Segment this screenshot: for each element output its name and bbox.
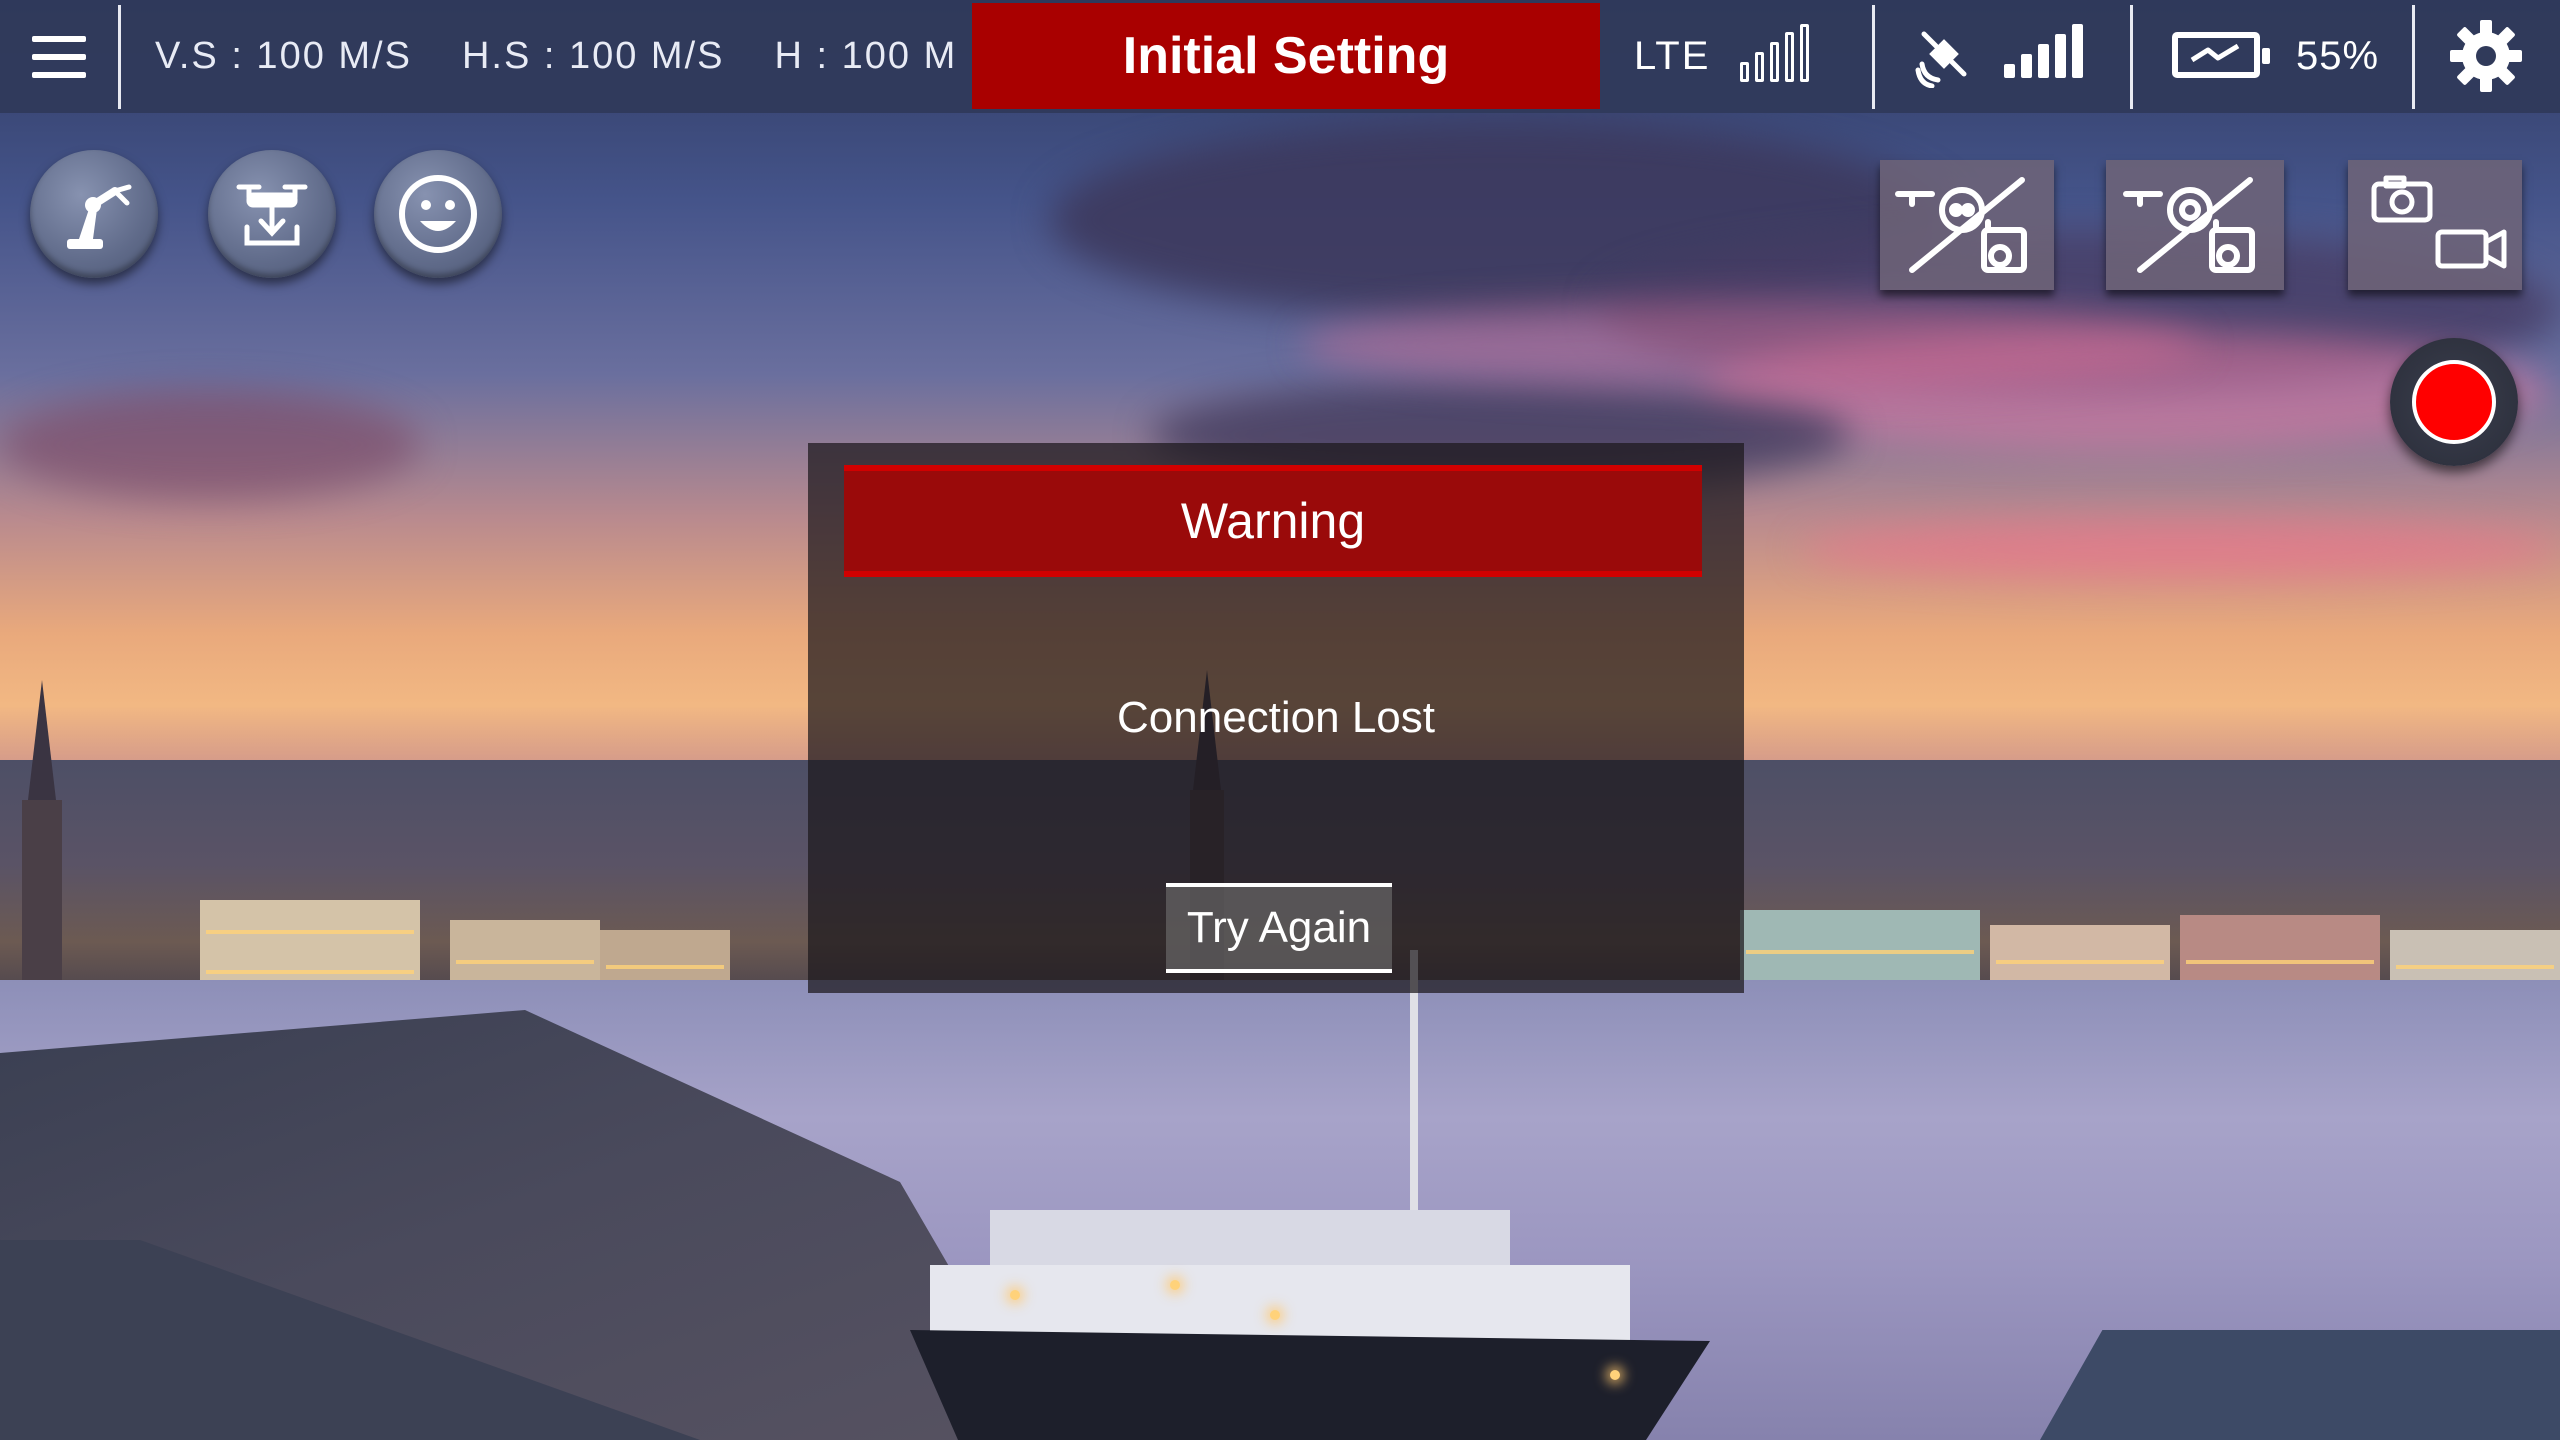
menu-button[interactable] — [0, 0, 118, 113]
gps-signal-icon — [2004, 24, 2083, 78]
record-button[interactable] — [2390, 338, 2518, 466]
photo-video-toggle[interactable] — [2348, 160, 2522, 290]
record-icon — [2412, 360, 2496, 444]
photo-video-toggle-icon — [2371, 175, 2507, 269]
network-type: LTE — [1634, 34, 1711, 78]
drone-land-icon — [236, 184, 308, 246]
robot-arm-icon — [67, 184, 132, 249]
face-detect-button[interactable] — [374, 150, 502, 278]
mode-title[interactable]: Initial Setting — [972, 3, 1600, 109]
drone-camera-toggle[interactable] — [2106, 160, 2284, 290]
horizontal-speed: H.S : 100 M/S — [461, 35, 725, 77]
hamburger-icon — [32, 35, 86, 78]
satellite-icon — [1915, 31, 1967, 88]
try-again-button[interactable]: Try Again — [1166, 883, 1392, 973]
battery-percent: 55% — [2296, 34, 2380, 78]
dialog-message: Connection Lost — [1117, 693, 1435, 742]
warning-dialog: Warning Connection Lost Try Again — [808, 443, 1744, 993]
settings-gear-icon[interactable] — [2446, 16, 2526, 96]
battery-icon — [2172, 32, 2270, 78]
lte-signal-icon — [1740, 24, 1809, 82]
drone-camera-icon — [2123, 177, 2255, 273]
ship — [910, 950, 1710, 1440]
telemetry-readout: V.S : 100 M/S H.S : 100 M/S H : 100 M — [121, 0, 1007, 113]
divider — [2412, 5, 2415, 109]
building-roof — [2040, 1330, 2560, 1440]
vertical-speed: V.S : 100 M/S — [155, 35, 412, 77]
controller-camera-icon — [1895, 177, 2027, 273]
controller-camera-toggle[interactable] — [1880, 160, 2054, 290]
divider — [1872, 5, 1875, 109]
drone-land-button[interactable] — [208, 150, 336, 278]
dialog-title: Warning — [844, 465, 1702, 577]
divider — [2130, 5, 2133, 109]
face-icon — [399, 175, 477, 253]
robot-arm-button[interactable] — [30, 150, 158, 278]
altitude: H : 100 M — [774, 35, 958, 77]
